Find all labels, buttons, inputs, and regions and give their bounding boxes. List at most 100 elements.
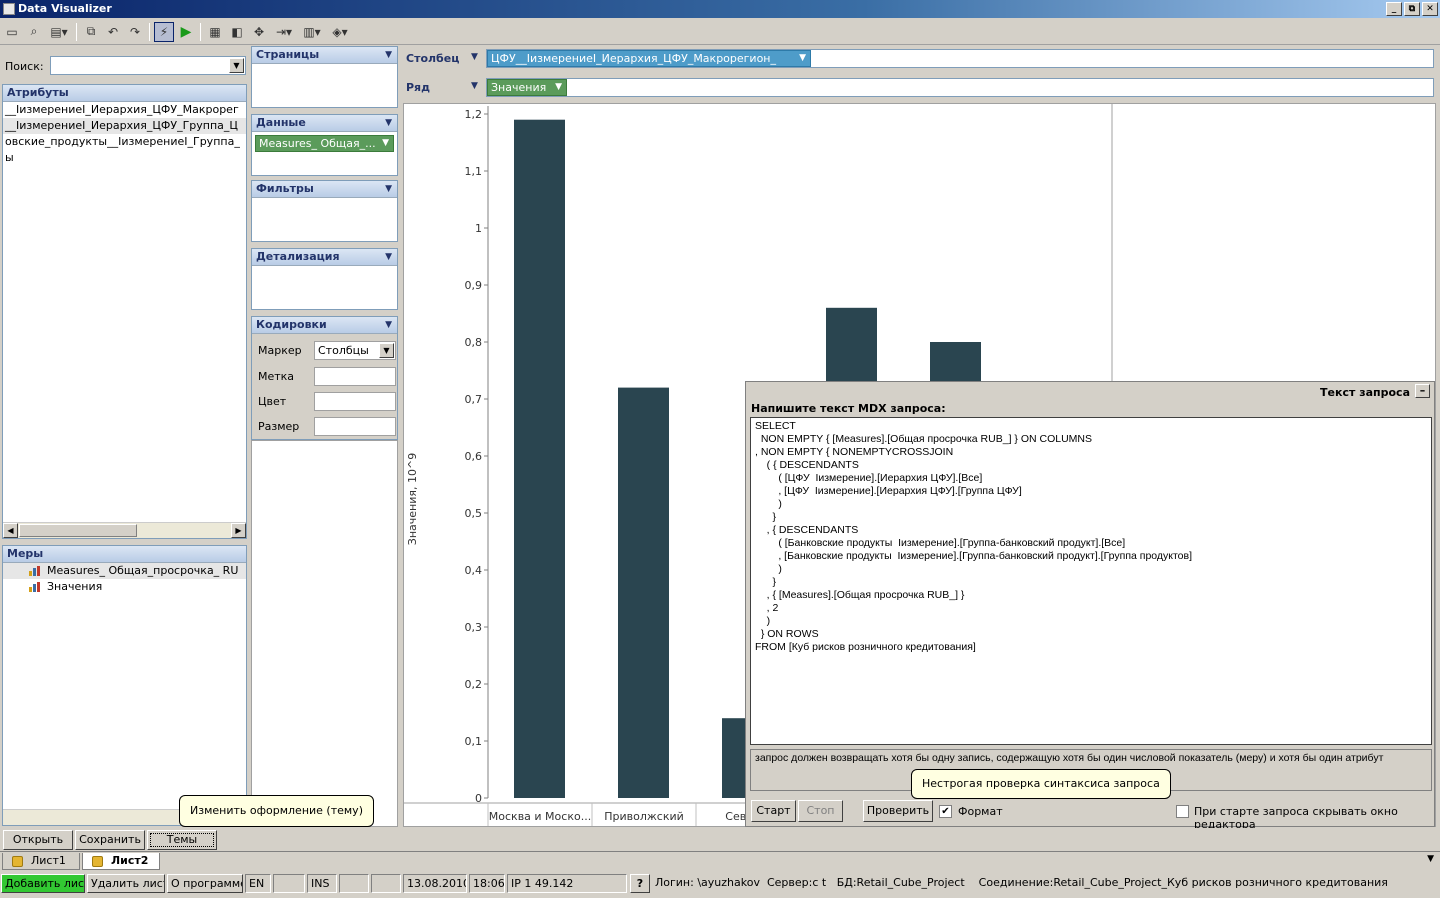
minimize-icon[interactable]: – (1415, 384, 1430, 398)
column-label: Столбец (406, 52, 460, 65)
chevron-down-icon[interactable]: ▼ (471, 52, 478, 62)
redo-icon[interactable]: ↷ (125, 22, 145, 42)
help-button[interactable]: ? (630, 874, 650, 893)
pages-shelf[interactable]: Страницы ▼ (251, 46, 398, 108)
bottom-button-bar: Открыть Сохранить Темы (0, 828, 1440, 850)
toolbar: ▭ ⌕ ▤▾ ⧉ ↶ ↷ ⚡ ▶ ▦ ◧ ✥ ⇥▾ ▥▾ ◈▾ (0, 19, 1440, 45)
measures-header: Меры (3, 546, 246, 563)
y-tick-label: 0,9 (465, 279, 483, 292)
y-tick-label: 1,1 (465, 165, 483, 178)
check-button[interactable]: Проверить (863, 800, 933, 822)
window-title: Data Visualizer (18, 2, 112, 15)
connection-name: Соединение:Retail_Cube_Project_Куб риско… (978, 876, 1388, 889)
column-chip[interactable]: ЦФУ__IизмерениеI_Иерархия_ЦФУ_Макрорегио… (487, 50, 811, 67)
scroll-right-icon[interactable]: ▶ (231, 523, 246, 538)
search-label: Поиск: (5, 60, 44, 73)
row-label: Ряд (406, 81, 431, 94)
column-shelf: Столбец ▼ ЦФУ__IизмерениеI_Иерархия_ЦФУ_… (403, 46, 1436, 71)
status-blank (339, 874, 369, 893)
scroll-left-icon[interactable]: ◀ (3, 523, 18, 538)
data-shelf[interactable]: Данные ▼ Measures_ Общая_... ▼ (251, 114, 398, 176)
y-tick-label: 0,1 (465, 735, 483, 748)
measure-item[interactable]: Measures_ Общая_просрочка_ RU (3, 563, 246, 579)
color-shelf[interactable] (314, 392, 396, 411)
add-sheet-button[interactable]: Добавить лист (1, 874, 85, 893)
marker-select[interactable]: Столбцы ▼ (314, 341, 396, 360)
db-info: БД:Retail_Cube_Project (836, 876, 965, 889)
delete-sheet-button[interactable]: Удалить лист (87, 874, 165, 893)
about-button[interactable]: О программе (167, 874, 243, 893)
sheet-tab-active[interactable]: Лист2 (82, 853, 160, 870)
swap-icon[interactable]: ◧ (227, 22, 247, 42)
hide-editor-checkbox[interactable] (1176, 805, 1189, 818)
y-tick-label: 1,2 (465, 108, 483, 121)
data-chip[interactable]: Measures_ Общая_... ▼ (255, 135, 394, 152)
status-blank (273, 874, 305, 893)
save-button[interactable]: Сохранить (75, 830, 145, 850)
attribute-item[interactable]: овские_продукты__IизмерениеI_Группа_ (3, 134, 246, 150)
attribute-item[interactable]: __IизмерениеI_Иерархия_ЦФУ_Группа_Ц (3, 118, 246, 134)
app-icon (3, 3, 15, 15)
start-button[interactable]: Старт (751, 800, 796, 822)
stop-button[interactable]: Стоп (798, 800, 843, 822)
label-label: Метка (258, 370, 295, 383)
size-shelf[interactable] (314, 417, 396, 436)
save-dropdown-icon[interactable]: ▤▾ (46, 22, 72, 42)
play-icon[interactable]: ▶ (176, 22, 196, 42)
chevron-down-icon[interactable]: ▼ (385, 47, 392, 63)
search-input[interactable]: ▼ (50, 56, 246, 75)
measure-icon (29, 582, 41, 592)
themes-button[interactable]: Темы (147, 830, 217, 850)
encodings-panel: Кодировки ▼ Маркер Столбцы ▼ Метка Цвет Р… (251, 316, 398, 440)
restore-button[interactable]: ⧉ (1404, 2, 1420, 16)
status-blank (371, 874, 401, 893)
close-button[interactable]: ✕ (1422, 2, 1438, 16)
row-dropzone[interactable]: Значения ▼ (486, 78, 1434, 97)
y-tick-label: 0,7 (465, 393, 483, 406)
scroll-thumb[interactable] (19, 524, 137, 537)
chevron-down-icon[interactable]: ▼ (471, 81, 478, 91)
new-file-icon[interactable]: ▭ (2, 22, 22, 42)
minimize-button[interactable]: _ (1386, 2, 1402, 16)
copy-icon[interactable]: ⧉ (81, 22, 101, 42)
chevron-down-icon[interactable]: ▼ (385, 181, 392, 197)
bar (514, 119, 565, 798)
run-query-icon[interactable]: ⚡ (154, 21, 174, 42)
detail-shelf[interactable]: Детализация ▼ (251, 248, 398, 310)
attribute-item[interactable]: __IизмерениеI_Иерархия_ЦФУ_Макрорег (3, 102, 246, 118)
open-button[interactable]: Открыть (3, 830, 73, 850)
syntax-tooltip: Нестрогая проверка синтаксиса запроса (911, 769, 1171, 799)
mdx-query-editor[interactable]: SELECT NON EMPTY { [Measures].[Общая про… (750, 417, 1432, 745)
ins-indicator: INS (307, 874, 337, 893)
format-checkbox[interactable]: ✔ (939, 805, 952, 818)
measure-item[interactable]: Значения (3, 579, 246, 595)
column-dropzone[interactable]: ЦФУ__IизмерениеI_Иерархия_ЦФУ_Макрорегио… (486, 49, 1434, 68)
layout-icon[interactable]: ▦ (205, 22, 225, 42)
attribute-item[interactable]: ы (3, 150, 246, 166)
move-icon[interactable]: ✥ (249, 22, 269, 42)
size-label: Размер (258, 420, 300, 433)
chevron-down-icon[interactable]: ▼ (385, 115, 392, 131)
x-tick-label: Москва и Моско... (489, 810, 591, 823)
sheet-menu-icon[interactable]: ▼ (1427, 854, 1434, 864)
undo-icon[interactable]: ↶ (103, 22, 123, 42)
y-tick-label: 0,2 (465, 678, 483, 691)
filters-shelf[interactable]: Фильтры ▼ (251, 180, 398, 242)
horizontal-scrollbar[interactable]: ◀ ▶ (3, 522, 246, 538)
sheet-tab[interactable]: Лист1 (2, 853, 80, 870)
detail-title: Детализация (256, 250, 340, 263)
query-panel: Текст запроса – Напишите текст MDX запро… (745, 381, 1435, 831)
row-chip[interactable]: Значения ▼ (487, 79, 567, 96)
print-preview-icon[interactable]: ⌕ (24, 22, 44, 42)
chevron-down-icon[interactable]: ▼ (385, 249, 392, 265)
filters-title: Фильтры (256, 182, 314, 195)
export-icon[interactable]: ⇥▾ (271, 22, 297, 42)
chevron-down-icon[interactable]: ▼ (229, 58, 244, 73)
chevron-down-icon[interactable]: ▼ (385, 317, 392, 333)
label-shelf[interactable] (314, 367, 396, 386)
theme-icon[interactable]: ◈▾ (327, 22, 353, 42)
query-caption: Напишите текст MDX запроса: (751, 402, 946, 415)
ip-indicator: IP 1 49.142 (507, 874, 627, 893)
chart-type-icon[interactable]: ▥▾ (299, 22, 325, 42)
y-axis-title: Значения, 10^9 (406, 453, 419, 545)
